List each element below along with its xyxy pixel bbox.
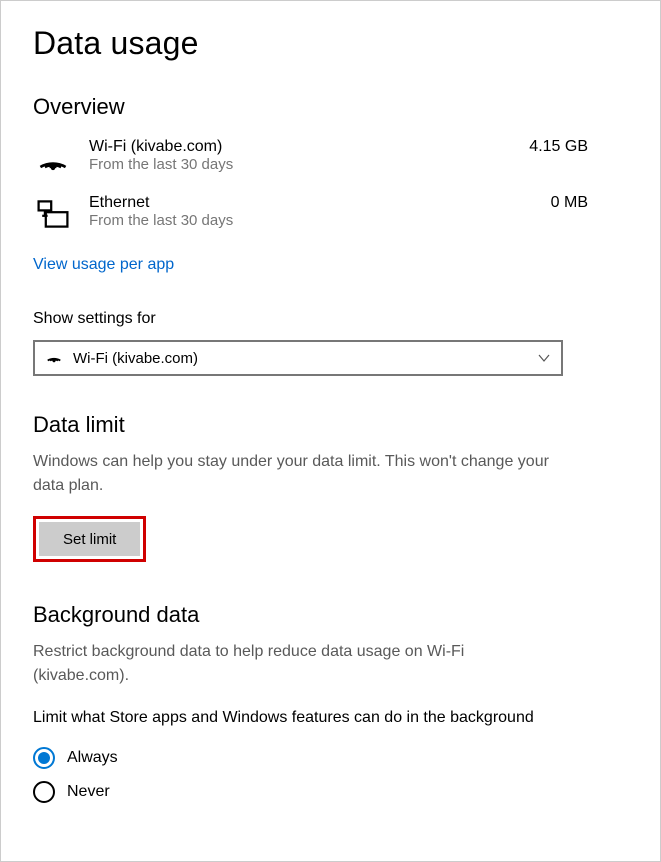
background-data-body: Restrict background data to help reduce … [33, 640, 553, 688]
adapter-name: Ethernet [89, 194, 535, 212]
radio-button-icon [33, 747, 55, 769]
overview-heading: Overview [33, 94, 628, 120]
adapter-sub: From the last 30 days [89, 212, 535, 229]
radio-option-never[interactable]: Never [33, 775, 628, 809]
wifi-icon [33, 138, 73, 178]
background-data-question: Limit what Store apps and Windows featur… [33, 706, 573, 729]
set-limit-button[interactable]: Set limit [39, 522, 140, 556]
show-settings-dropdown[interactable]: Wi-Fi (kivabe.com) [33, 340, 563, 376]
radio-label: Always [67, 749, 118, 767]
wifi-icon [45, 347, 63, 370]
radio-label: Never [67, 783, 110, 801]
adapter-name: Wi-Fi (kivabe.com) [89, 138, 513, 156]
data-limit-body: Windows can help you stay under your dat… [33, 450, 553, 498]
adapter-sub: From the last 30 days [89, 156, 513, 173]
data-limit-heading: Data limit [33, 412, 628, 438]
background-data-heading: Background data [33, 602, 628, 628]
dropdown-selected: Wi-Fi (kivabe.com) [73, 350, 527, 367]
show-settings-label: Show settings for [33, 310, 628, 328]
radio-option-always[interactable]: Always [33, 741, 628, 775]
adapter-usage: 4.15 GB [529, 138, 628, 156]
ethernet-icon [33, 194, 73, 234]
view-usage-link[interactable]: View usage per app [33, 256, 174, 274]
highlight-annotation: Set limit [33, 516, 146, 562]
adapter-row-wifi[interactable]: Wi-Fi (kivabe.com) From the last 30 days… [33, 132, 628, 188]
page-title: Data usage [33, 25, 628, 62]
adapter-usage: 0 MB [551, 194, 628, 212]
chevron-down-icon [537, 351, 551, 365]
radio-button-icon [33, 781, 55, 803]
adapter-row-ethernet[interactable]: Ethernet From the last 30 days 0 MB [33, 188, 628, 244]
